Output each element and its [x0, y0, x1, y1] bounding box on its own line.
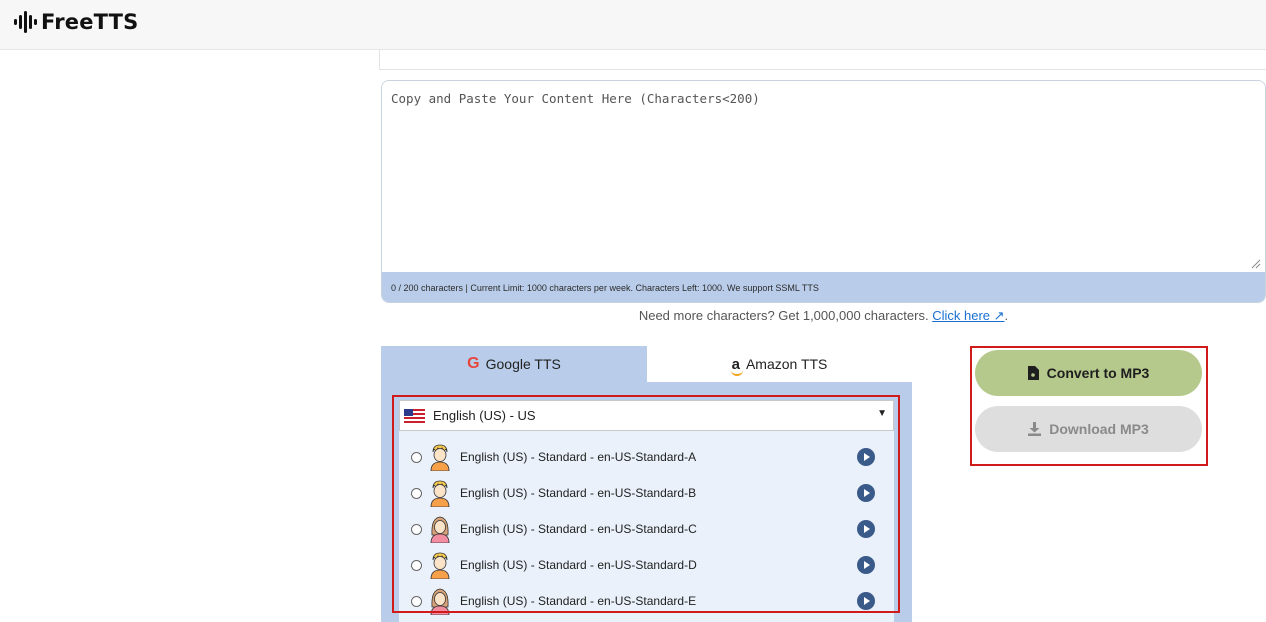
female-avatar-icon — [430, 516, 450, 543]
voice-label: English (US) - Standard - en-US-Standard… — [460, 450, 697, 464]
voice-radio[interactable] — [411, 451, 422, 463]
sound-wave-icon — [14, 10, 37, 34]
play-icon[interactable] — [857, 592, 875, 610]
voice-radio[interactable] — [411, 559, 422, 571]
voice-item[interactable]: English (US) - Standard - en-US-Standard… — [399, 583, 894, 619]
voice-item[interactable]: English (US) - Standard - en-US-Standard… — [399, 547, 894, 583]
download-icon — [1028, 422, 1042, 436]
tab-google-label: Google TTS — [485, 356, 561, 372]
play-icon[interactable] — [857, 520, 875, 538]
resize-grip-icon[interactable] — [1249, 257, 1261, 269]
upsell-text: Need more characters? Get 1,000,000 char… — [638, 308, 929, 323]
voice-item[interactable]: English (US) - Standard - en-US-Standard… — [399, 439, 894, 475]
character-counter: 0 / 200 characters | Current Limit: 1000… — [382, 272, 1265, 302]
male-avatar-icon — [430, 480, 450, 507]
voice-item[interactable]: English (US) - Standard - en-US-Standard… — [399, 511, 894, 547]
download-label: Download MP3 — [1049, 421, 1149, 437]
google-icon: G — [467, 355, 480, 372]
language-select[interactable]: English (US) - US ▼ — [399, 400, 894, 431]
logo-text: FreeTTS — [41, 10, 139, 34]
voice-label: English (US) - Standard - en-US-Standard… — [460, 486, 697, 500]
top-divider — [379, 50, 1266, 70]
play-icon[interactable] — [857, 448, 875, 466]
tts-panel: G Google TTS a Amazon TTS English (US) -… — [381, 346, 912, 622]
voice-selector: English (US) - US ▼ English (US) - Stand… — [399, 400, 894, 622]
site-header: FreeTTS — [0, 0, 1266, 50]
language-select-value: English (US) - US — [433, 408, 536, 423]
voice-label: English (US) - Standard - en-US-Standard… — [460, 558, 697, 572]
content-textarea[interactable] — [382, 81, 1265, 272]
convert-to-mp3-button[interactable]: Convert to MP3 — [975, 350, 1202, 396]
voice-radio[interactable] — [411, 487, 422, 499]
chevron-down-icon: ▼ — [877, 408, 887, 419]
click-here-link[interactable]: Click here ↗ — [932, 308, 1004, 323]
female-avatar-icon — [430, 588, 450, 615]
convert-label: Convert to MP3 — [1046, 365, 1150, 381]
voice-radio[interactable] — [411, 523, 422, 535]
male-avatar-icon — [430, 444, 450, 471]
tab-google-tts[interactable]: G Google TTS — [381, 346, 647, 382]
play-icon[interactable] — [857, 484, 875, 502]
voice-item[interactable]: English (US) - Standard - en-US-Standard… — [399, 475, 894, 511]
file-audio-icon — [1027, 366, 1039, 380]
upsell-line: Need more characters? Get 1,000,000 char… — [381, 308, 1266, 324]
upsell-trailing: . — [1004, 308, 1009, 323]
download-mp3-button[interactable]: Download MP3 — [975, 406, 1202, 452]
voice-label: English (US) - Standard - en-US-Standard… — [460, 594, 697, 608]
logo[interactable]: FreeTTS — [14, 10, 139, 34]
tab-amazon-tts[interactable]: a Amazon TTS — [647, 346, 912, 382]
text-editor: 0 / 200 characters | Current Limit: 1000… — [381, 80, 1266, 303]
tab-amazon-label: Amazon TTS — [745, 356, 828, 372]
play-icon[interactable] — [857, 556, 875, 574]
us-flag-icon — [404, 408, 425, 423]
voice-label: English (US) - Standard - en-US-Standard… — [460, 522, 697, 536]
voice-radio[interactable] — [411, 595, 422, 607]
amazon-icon: a — [730, 355, 744, 376]
male-avatar-icon — [430, 552, 450, 579]
tts-tabs: G Google TTS a Amazon TTS — [381, 346, 912, 382]
voice-list: English (US) - Standard - en-US-Standard… — [399, 431, 894, 622]
